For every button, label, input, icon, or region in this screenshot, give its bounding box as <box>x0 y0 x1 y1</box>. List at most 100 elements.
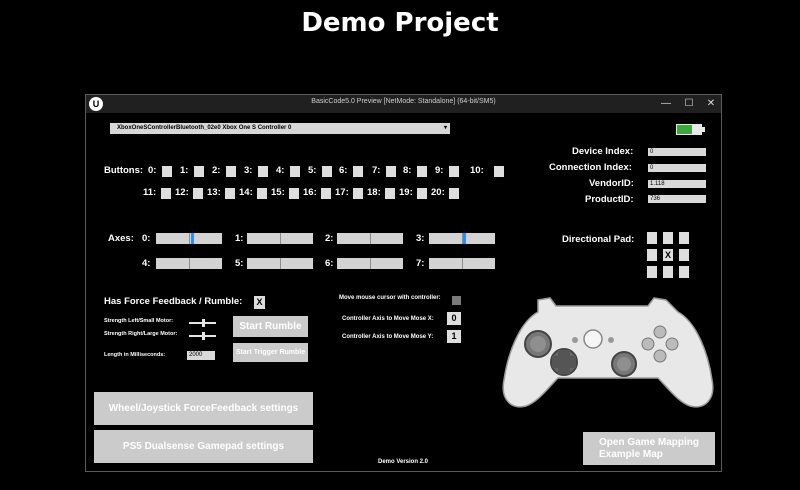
vendor-id-value: 1.118 <box>648 180 706 188</box>
dpad-cell <box>679 249 689 261</box>
axis-center-line <box>189 258 190 269</box>
axis-indicator <box>191 233 195 244</box>
button-index-label: 12: <box>175 187 189 198</box>
button-index-label: 15: <box>271 187 285 198</box>
button-state-box <box>417 188 427 199</box>
button-index-label: 7: <box>372 165 381 176</box>
force-feedback-value: X <box>254 296 265 309</box>
button-index-label: 3: <box>244 165 253 176</box>
gamepad-icon <box>502 297 714 408</box>
dpad-cell <box>679 266 689 278</box>
left-motor-label: Strength Left/Small Motor: <box>104 318 174 324</box>
app-window: U BasicCode5.0 Preview [NetMode: Standal… <box>85 94 722 472</box>
product-id-value: 736 <box>648 195 706 203</box>
button-index-label: 19: <box>399 187 413 198</box>
dpad-cell <box>647 266 657 278</box>
button-state-box <box>386 166 396 177</box>
button-index-label: 11: <box>143 187 157 198</box>
length-label: Length in Milliseconds: <box>104 352 166 358</box>
button-state-box <box>385 188 395 199</box>
button-index-label: 5: <box>308 165 317 176</box>
minimize-button[interactable]: — <box>659 97 673 111</box>
button-state-box <box>226 166 236 177</box>
button-index-label: 14: <box>239 187 253 198</box>
wheel-forcefeedback-button[interactable]: Wheel/Joystick ForceFeedback settings <box>94 392 313 425</box>
axis-bar <box>429 258 495 269</box>
directional-pad-label: Directional Pad: <box>562 234 635 245</box>
axis-indicator <box>462 233 466 244</box>
dpad-cell <box>679 232 689 244</box>
button-index-label: 13: <box>207 187 221 198</box>
axis-index-label: 6: <box>325 258 334 269</box>
length-input[interactable]: 2000 <box>187 351 215 360</box>
button-index-label: 6: <box>339 165 348 176</box>
device-index-value: 0 <box>648 148 706 156</box>
controller-select-value: XboxOneSControllerBluetooth_02e0 Xbox On… <box>117 125 292 131</box>
button-index-label: 18: <box>367 187 381 198</box>
window-titlebar[interactable]: U BasicCode5.0 Preview [NetMode: Standal… <box>86 95 721 113</box>
axis-index-label: 2: <box>325 233 334 244</box>
controller-select[interactable]: XboxOneSControllerBluetooth_02e0 Xbox On… <box>110 123 450 134</box>
start-rumble-button[interactable]: Start Rumble <box>233 316 308 337</box>
axis-center-line <box>280 258 281 269</box>
button-index-label: 1: <box>180 165 189 176</box>
right-motor-label: Strength Right/Large Motor: <box>104 331 178 337</box>
axis-center-line <box>280 233 281 244</box>
button-state-box <box>193 188 203 199</box>
axis-x-label: Controller Axis to Move Mose X: <box>342 316 434 322</box>
axis-index-label: 0: <box>142 233 151 244</box>
button-state-box <box>290 166 300 177</box>
button-state-box <box>161 188 171 199</box>
axis-bar <box>337 258 403 269</box>
button-state-box <box>321 188 331 199</box>
axis-bar <box>247 258 313 269</box>
button-index-label: 20: <box>431 187 445 198</box>
open-game-mapping-line1: Open Game Mapping <box>599 437 700 448</box>
axis-center-line <box>462 258 463 269</box>
move-mouse-checkbox[interactable] <box>452 296 461 305</box>
start-trigger-rumble-button[interactable]: Start Trigger Rumble <box>233 343 308 362</box>
axis-index-label: 3: <box>416 233 425 244</box>
device-index-label: Device Index: <box>572 146 634 157</box>
open-game-mapping-line2: Example Map <box>599 449 663 460</box>
close-button[interactable]: ✕ <box>704 97 718 111</box>
dpad-cell <box>663 232 673 244</box>
page-title: Demo Project <box>301 8 499 38</box>
button-state-box <box>449 188 459 199</box>
button-state-box <box>257 188 267 199</box>
axis-index-label: 5: <box>235 258 244 269</box>
dpad-cell <box>663 266 673 278</box>
maximize-button[interactable]: ☐ <box>682 97 696 111</box>
axis-center-line <box>370 233 371 244</box>
left-motor-slider-thumb[interactable] <box>202 319 205 327</box>
axis-y-input[interactable]: 1 <box>447 330 461 343</box>
axes-label: Axes: <box>108 233 134 244</box>
vendor-id-label: VendorID: <box>589 178 634 189</box>
button-state-box <box>289 188 299 199</box>
button-index-label: 4: <box>276 165 285 176</box>
button-index-label: 16: <box>303 187 317 198</box>
button-state-box <box>162 166 172 177</box>
axis-x-input[interactable]: 0 <box>447 312 461 325</box>
axis-center-line <box>370 258 371 269</box>
dpad-cell: X <box>663 249 673 261</box>
axis-bar <box>337 233 403 244</box>
version-label: Demo Version 2.0 <box>378 459 429 465</box>
product-id-label: ProductID: <box>585 194 634 205</box>
connection-index-label: Connection Index: <box>549 162 632 173</box>
button-state-box <box>449 166 459 177</box>
open-game-mapping-button[interactable]: Open Game Mapping Example Map <box>583 432 715 465</box>
button-state-box <box>494 166 504 177</box>
button-index-label: 8: <box>403 165 412 176</box>
button-index-label: 9: <box>435 165 444 176</box>
axis-y-label: Controller Axis to Move Mose Y: <box>342 334 434 340</box>
dpad-cell <box>647 232 657 244</box>
button-state-box <box>353 166 363 177</box>
axis-center-line <box>189 233 190 244</box>
ps5-dualsense-button[interactable]: PS5 Dualsense Gamepad settings <box>94 430 313 463</box>
right-motor-slider-thumb[interactable] <box>202 332 205 340</box>
buttons-label: Buttons: <box>104 165 144 176</box>
axis-bar <box>156 258 222 269</box>
button-state-box <box>194 166 204 177</box>
axis-bar <box>156 233 222 244</box>
